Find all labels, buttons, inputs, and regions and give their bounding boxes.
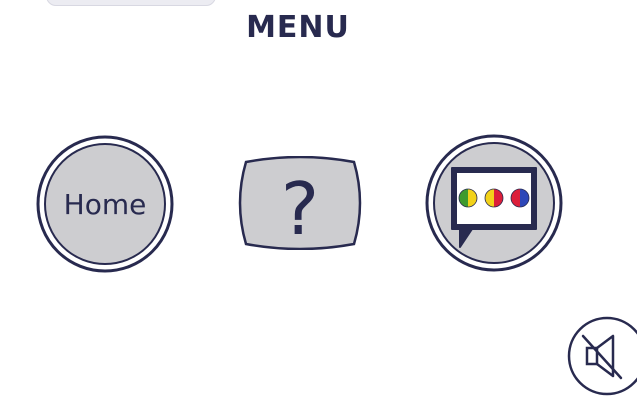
home-button[interactable]: Home bbox=[35, 134, 175, 274]
dot-1 bbox=[458, 188, 478, 208]
dot-3 bbox=[510, 188, 530, 208]
help-button-shape: ? bbox=[238, 156, 362, 250]
speech-bubble-colored-dots-icon bbox=[425, 134, 563, 272]
help-question-mark: ? bbox=[281, 167, 319, 250]
help-button[interactable]: ? bbox=[232, 156, 368, 250]
top-tab[interactable] bbox=[46, 0, 216, 6]
home-button-shape: Home bbox=[36, 135, 174, 273]
speaker-muted-icon bbox=[567, 316, 637, 396]
page-title: MENU bbox=[246, 10, 350, 45]
dot-2 bbox=[484, 188, 504, 208]
menu-screen: MENU Home ? bbox=[0, 0, 637, 396]
language-button[interactable] bbox=[424, 133, 564, 273]
mute-button[interactable] bbox=[565, 314, 637, 396]
home-button-label: Home bbox=[64, 188, 147, 221]
